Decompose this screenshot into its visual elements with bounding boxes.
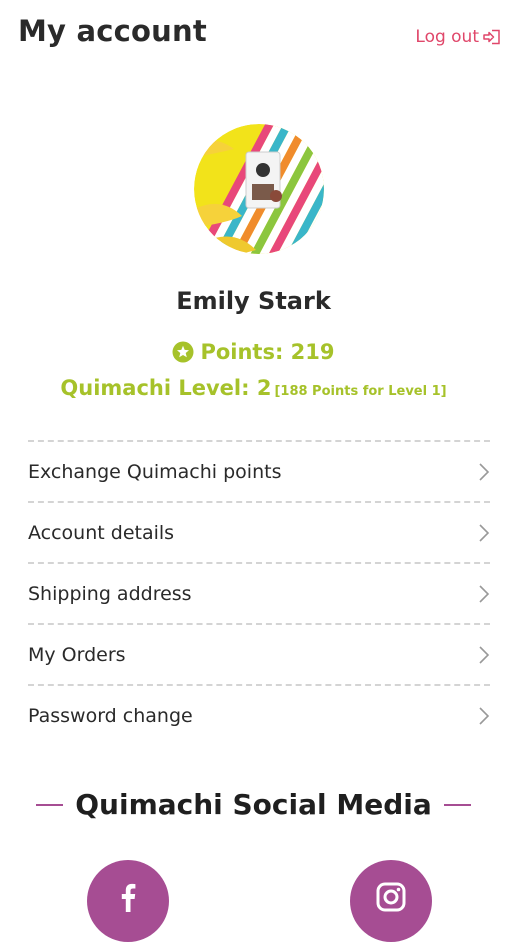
divider xyxy=(443,803,471,806)
menu-item-exchange-points[interactable]: Exchange Quimachi points xyxy=(28,442,490,503)
logout-label: Log out xyxy=(415,27,479,47)
logout-link[interactable]: Log out xyxy=(415,27,501,47)
account-menu: Exchange Quimachi points Account details… xyxy=(28,440,490,745)
menu-item-label: Password change xyxy=(28,704,193,727)
logout-arrow-icon xyxy=(483,29,501,45)
points-text: Points: 219 xyxy=(200,340,335,364)
chevron-right-icon xyxy=(478,462,490,482)
menu-item-label: Account details xyxy=(28,521,175,544)
chevron-right-icon xyxy=(478,645,490,665)
social-section-header: Quimachi Social Media xyxy=(0,788,507,821)
facebook-icon xyxy=(119,882,137,942)
level-row: Quimachi Level: 2 [188 Points for Level 1… xyxy=(0,376,507,400)
menu-item-account-details[interactable]: Account details xyxy=(28,503,490,564)
menu-item-password-change[interactable]: Password change xyxy=(28,686,490,745)
instagram-icon xyxy=(376,882,406,942)
header: My account Log out xyxy=(0,0,507,70)
level-text: Quimachi Level: 2 xyxy=(60,376,272,400)
menu-item-my-orders[interactable]: My Orders xyxy=(28,625,490,686)
instagram-button[interactable] xyxy=(350,860,432,942)
chevron-right-icon xyxy=(478,706,490,726)
chevron-right-icon xyxy=(478,584,490,604)
social-title: Quimachi Social Media xyxy=(75,788,432,821)
avatar xyxy=(194,124,324,254)
level-note: [188 Points for Level 1] xyxy=(274,384,447,399)
menu-item-label: Shipping address xyxy=(28,582,192,605)
divider xyxy=(36,803,64,806)
menu-item-shipping-address[interactable]: Shipping address xyxy=(28,564,490,625)
menu-item-label: My Orders xyxy=(28,643,126,666)
facebook-button[interactable] xyxy=(87,860,169,942)
points-row: Points: 219 xyxy=(0,340,507,364)
star-badge-icon xyxy=(172,341,194,363)
page-title: My account xyxy=(18,14,207,48)
user-name: Emily Stark xyxy=(176,287,331,315)
menu-item-label: Exchange Quimachi points xyxy=(28,460,282,483)
chevron-right-icon xyxy=(478,523,490,543)
